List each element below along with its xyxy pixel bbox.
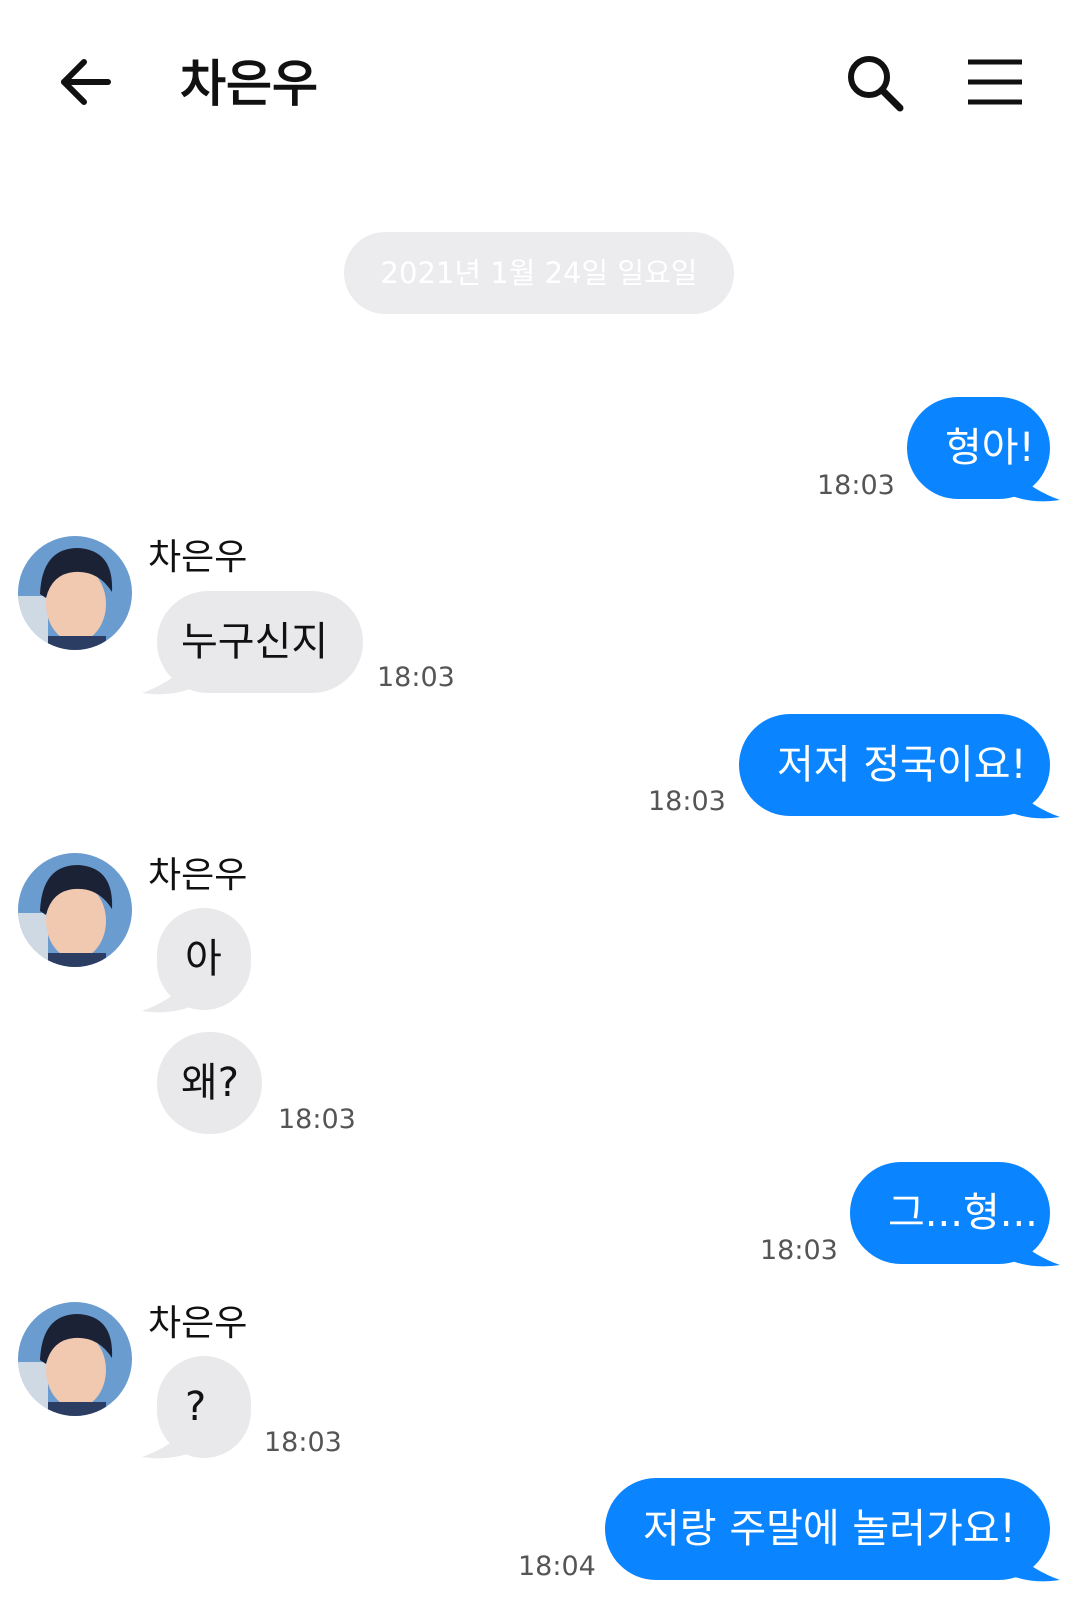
bubble-tail <box>1012 787 1060 819</box>
date-divider: 2021년 1월 24일 일요일 <box>344 232 734 314</box>
incoming-message-bubble[interactable]: 아 <box>157 908 251 1010</box>
sender-name: 차은우 <box>148 1303 248 1344</box>
incoming-message-bubble[interactable]: ? <box>157 1356 251 1458</box>
message-time: 18:03 <box>377 662 455 693</box>
outgoing-message-bubble[interactable]: 저랑 주말에 놀러가요! <box>605 1478 1050 1580</box>
arrow-left-icon <box>61 59 111 105</box>
message-time: 18:03 <box>278 1104 356 1135</box>
chat-header: 차은우 <box>0 0 1066 170</box>
sender-name: 차은우 <box>148 537 248 578</box>
outgoing-message-bubble[interactable]: 저저 정국이요! <box>739 714 1050 816</box>
message-time: 18:03 <box>817 470 895 501</box>
search-button[interactable] <box>844 52 908 116</box>
back-button[interactable] <box>56 52 120 116</box>
sender-name: 차은우 <box>148 855 248 896</box>
search-icon <box>848 56 904 112</box>
menu-icon <box>968 59 1022 105</box>
incoming-message-bubble[interactable]: 누구신지 <box>157 591 363 693</box>
contact-avatar[interactable] <box>18 536 132 650</box>
message-time: 18:04 <box>518 1551 596 1582</box>
chat-title: 차은우 <box>180 55 318 113</box>
menu-button[interactable] <box>964 52 1028 116</box>
contact-avatar[interactable] <box>18 1302 132 1416</box>
incoming-message-bubble[interactable]: 왜? <box>157 1032 262 1134</box>
bubble-tail <box>1012 470 1060 502</box>
message-time: 18:03 <box>264 1427 342 1458</box>
contact-avatar[interactable] <box>18 853 132 967</box>
message-time: 18:03 <box>760 1235 838 1266</box>
message-time: 18:03 <box>648 786 726 817</box>
bubble-tail <box>1012 1550 1060 1582</box>
bubble-tail <box>1012 1235 1060 1267</box>
